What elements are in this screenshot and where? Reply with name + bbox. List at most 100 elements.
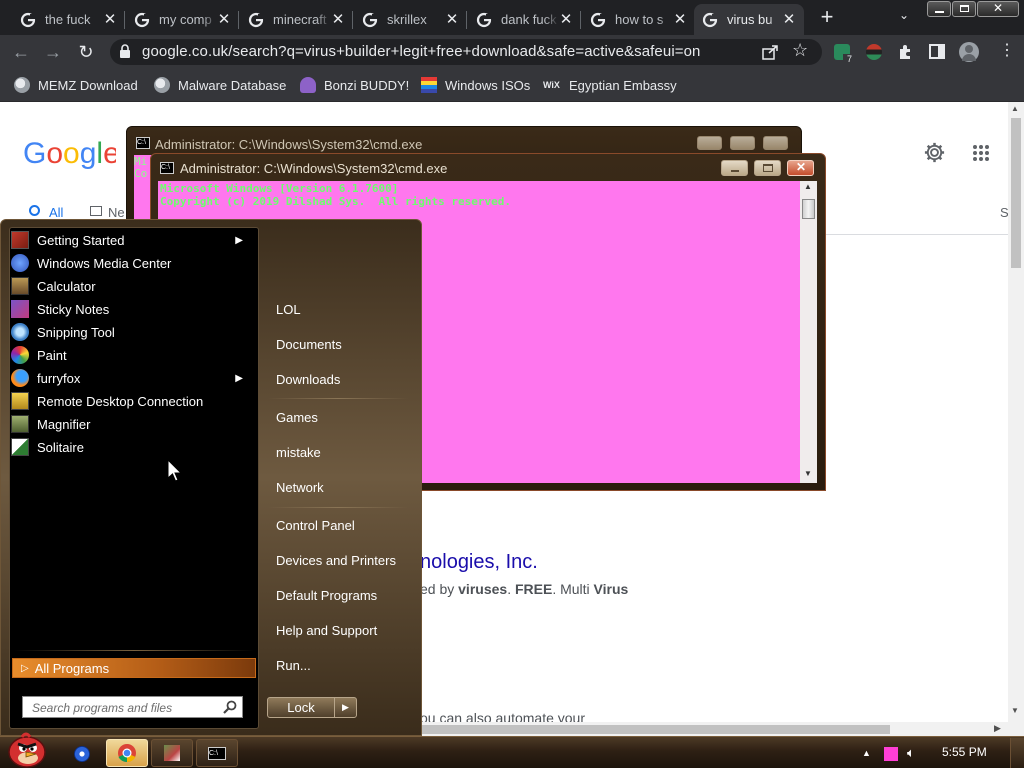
- tab-1[interactable]: the fuck ✕: [12, 4, 125, 35]
- vertical-scroll-thumb[interactable]: [1011, 118, 1021, 268]
- cmd-close-button[interactable]: ✕: [787, 160, 814, 176]
- bookmark-star-icon[interactable]: ☆: [792, 40, 808, 61]
- start-link-help-support[interactable]: Help and Support: [276, 623, 377, 638]
- cmd-maximize-button[interactable]: [754, 160, 781, 176]
- close-tab-icon[interactable]: ✕: [103, 12, 117, 27]
- start-link-lol[interactable]: LOL: [276, 302, 301, 317]
- tab-6[interactable]: how to s ✕: [582, 4, 695, 35]
- taskbar-cmd-button[interactable]: C:\: [196, 739, 238, 767]
- share-icon[interactable]: [761, 44, 779, 60]
- side-panel-icon[interactable]: [929, 44, 945, 59]
- shutdown-options-arrow-icon[interactable]: ▶: [334, 697, 357, 718]
- result-title[interactable]: nologies, Inc.: [420, 551, 538, 574]
- tab-news[interactable]: Ne: [108, 205, 125, 220]
- show-desktop-button[interactable]: [1010, 738, 1024, 768]
- cmd-icon: C:\: [208, 746, 226, 760]
- start-link-mistake[interactable]: mistake: [276, 445, 321, 460]
- start-orb-angry-bird-icon[interactable]: [2, 730, 52, 768]
- cmd-scroll-thumb[interactable]: [802, 199, 815, 219]
- program-getting-started[interactable]: Getting Started ▶: [11, 229, 251, 251]
- tab-separator: [466, 11, 467, 29]
- tab-search-chevron-icon[interactable]: ⌄: [894, 8, 914, 26]
- program-solitaire[interactable]: Solitaire: [11, 436, 251, 458]
- cmd-scroll-up-icon[interactable]: ▲: [804, 182, 812, 191]
- cmd-back-maximize-button[interactable]: [730, 136, 755, 150]
- apps-grid-icon[interactable]: [972, 144, 990, 162]
- show-hidden-icons-arrow[interactable]: ▲: [862, 748, 871, 758]
- cmd-scroll-down-icon[interactable]: ▼: [804, 469, 812, 478]
- volume-speaker-icon[interactable]: 🔈︎: [907, 745, 915, 761]
- tab-2[interactable]: my comp ✕: [126, 4, 239, 35]
- tab-5[interactable]: dank fuck ✕: [468, 4, 581, 35]
- scroll-up-arrow-icon[interactable]: ▲: [1011, 104, 1019, 113]
- start-link-documents[interactable]: Documents: [276, 337, 342, 352]
- bookmark-bonzi[interactable]: Bonzi BUDDY!: [300, 76, 409, 94]
- close-tab-icon[interactable]: ✕: [331, 12, 345, 27]
- lock-icon[interactable]: [119, 44, 131, 59]
- start-link-default-programs[interactable]: Default Programs: [276, 588, 377, 603]
- program-paint[interactable]: Paint: [11, 344, 251, 366]
- taskbar-app-button[interactable]: [151, 739, 193, 767]
- lock-button[interactable]: Lock: [267, 697, 335, 718]
- extension-flag-icon[interactable]: [866, 44, 882, 60]
- forward-button[interactable]: →: [40, 40, 66, 64]
- tab-separator: [580, 11, 581, 29]
- tab-all[interactable]: All: [49, 205, 63, 220]
- close-tab-icon[interactable]: ✕: [445, 12, 459, 27]
- program-calculator[interactable]: Calculator: [11, 275, 251, 297]
- close-tab-icon[interactable]: ✕: [673, 12, 687, 27]
- tab-3[interactable]: minecraft ✕: [240, 4, 353, 35]
- start-link-games[interactable]: Games: [276, 410, 318, 425]
- reload-button[interactable]: ↻: [73, 40, 99, 64]
- taskbar-chrome-button[interactable]: [106, 739, 148, 767]
- taskbar-clock[interactable]: 5:55 PM: [942, 745, 987, 759]
- back-button[interactable]: ←: [8, 40, 34, 64]
- bookmark-windows-isos[interactable]: Windows ISOs: [421, 76, 530, 94]
- all-programs-button[interactable]: ▷ All Programs: [12, 658, 256, 678]
- start-link-control-panel[interactable]: Control Panel: [276, 518, 355, 533]
- cmd-back-close-button[interactable]: [763, 136, 788, 150]
- tab-4[interactable]: skrillex ✕: [354, 4, 467, 35]
- scroll-right-arrow-icon[interactable]: ▶: [994, 723, 1001, 734]
- program-sticky-notes[interactable]: Sticky Notes: [11, 298, 251, 320]
- url-text[interactable]: google.co.uk/search?q=virus+builder+legi…: [142, 43, 701, 60]
- close-tab-icon[interactable]: ✕: [217, 12, 231, 27]
- extensions-puzzle-icon[interactable]: [897, 44, 913, 60]
- settings-gear-icon[interactable]: [923, 141, 946, 164]
- start-link-downloads[interactable]: Downloads: [276, 372, 340, 387]
- tray-magenta-icon[interactable]: [884, 747, 898, 761]
- google-logo[interactable]: Google: [23, 136, 116, 170]
- program-snipping-tool[interactable]: Snipping Tool: [11, 321, 251, 343]
- program-windows-media-center[interactable]: Windows Media Center: [11, 252, 251, 274]
- profile-avatar[interactable]: [959, 42, 979, 62]
- bookmark-memz[interactable]: MEMZ Download: [14, 76, 138, 94]
- horizontal-scroll-thumb[interactable]: [422, 725, 890, 734]
- start-search-input[interactable]: Search programs and files: [22, 696, 243, 718]
- cmd-front-title: Administrator: C:\Windows\System32\cmd.e…: [180, 161, 448, 176]
- search-icon[interactable]: [223, 700, 237, 714]
- program-remote-desktop[interactable]: Remote Desktop Connection: [11, 390, 251, 412]
- menu-kebab-icon[interactable]: ⋮: [999, 42, 1015, 60]
- google-favicon-icon: [702, 12, 718, 27]
- new-tab-button[interactable]: +: [816, 6, 838, 28]
- cmd-minimize-button[interactable]: [721, 160, 748, 176]
- close-window-button[interactable]: ✕: [977, 1, 1019, 17]
- cmd-back-minimize-button[interactable]: [697, 136, 722, 150]
- start-link-network[interactable]: Network: [276, 480, 324, 495]
- program-magnifier[interactable]: Magnifier: [11, 413, 251, 435]
- scroll-down-arrow-icon[interactable]: ▼: [1011, 706, 1019, 715]
- program-furryfox[interactable]: furryfox ▶: [11, 367, 251, 389]
- bookmark-malware-db[interactable]: Malware Database: [154, 76, 286, 94]
- minimize-button[interactable]: [927, 1, 951, 17]
- start-link-devices-printers[interactable]: Devices and Printers: [276, 553, 396, 568]
- bookmark-egyptian-embassy[interactable]: WiX Egyptian Embassy: [543, 76, 677, 94]
- taskbar-ie-icon[interactable]: [74, 746, 90, 762]
- close-tab-icon[interactable]: ✕: [559, 12, 573, 27]
- google-favicon-icon: [20, 12, 36, 27]
- tab-title: virus bu: [727, 12, 773, 27]
- tab-7-active[interactable]: virus bu ✕: [694, 4, 804, 35]
- close-tab-icon[interactable]: ✕: [782, 12, 796, 27]
- restore-button[interactable]: [952, 1, 976, 17]
- start-link-run[interactable]: Run...: [276, 658, 311, 673]
- cmd-scrollbar[interactable]: [800, 181, 817, 483]
